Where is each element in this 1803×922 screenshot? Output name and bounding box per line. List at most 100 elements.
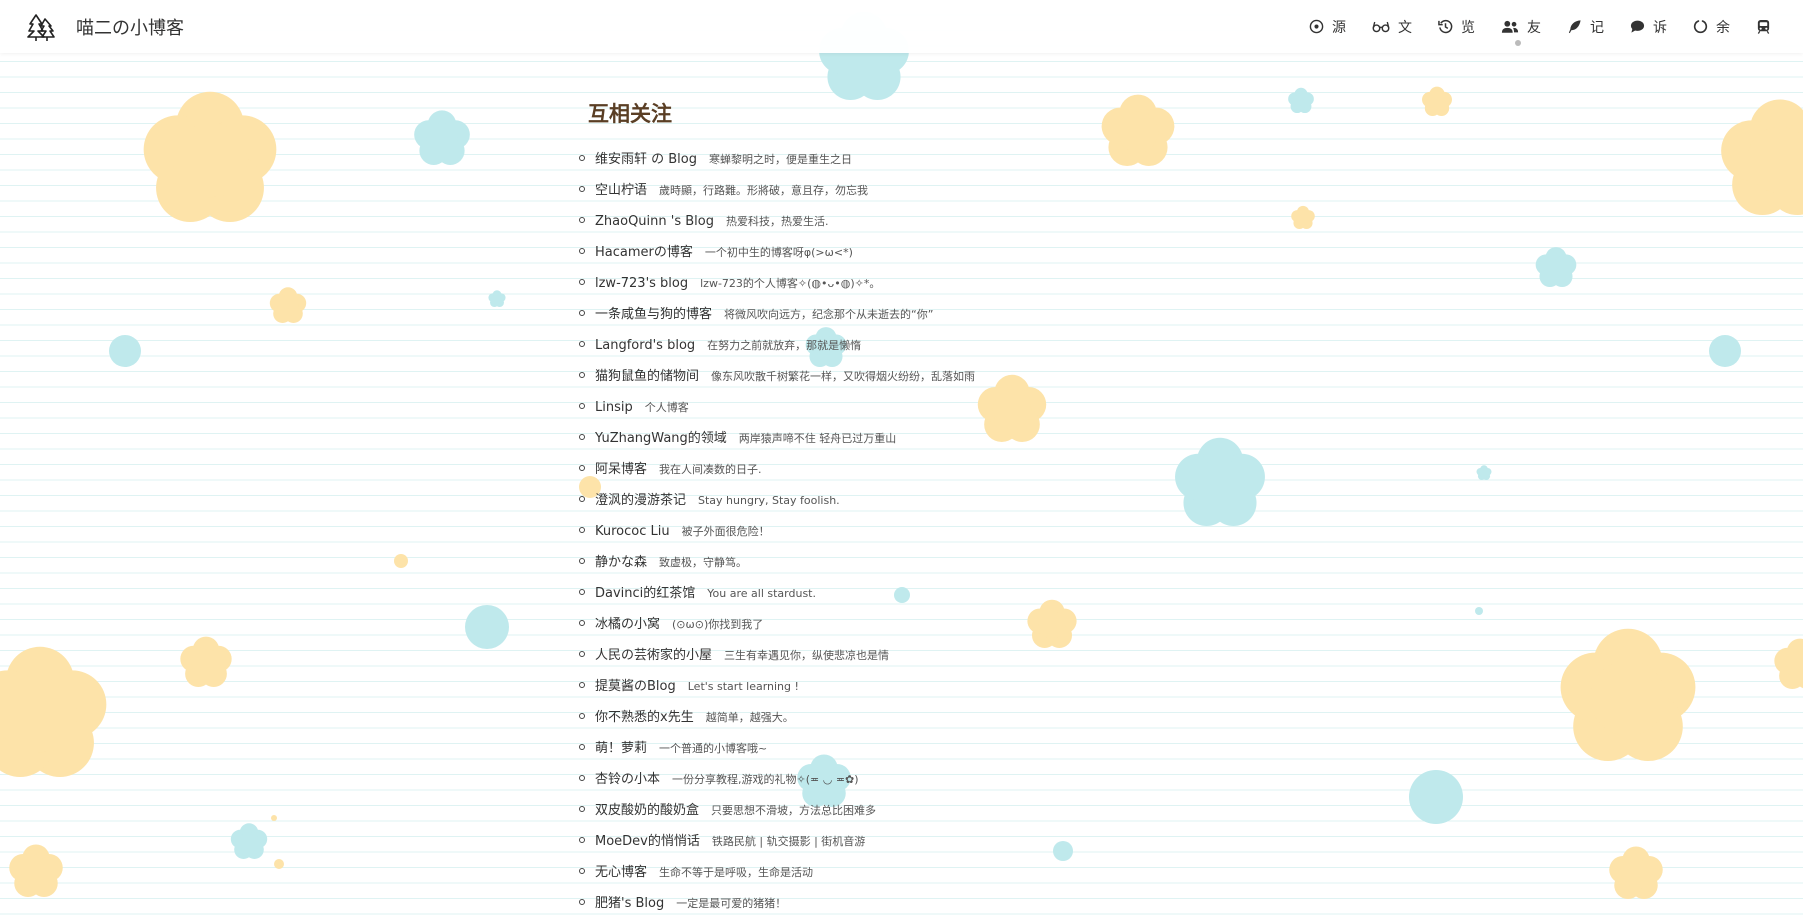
friend-link-item: MoeDev的悄悄话 铁路民航 | 轨交摄影 | 街机音游 xyxy=(579,824,1208,855)
nav-label: 览 xyxy=(1461,19,1475,36)
friend-name-link[interactable]: lzw-723's blog xyxy=(595,276,688,291)
friend-description: 一个初中生的博客呀φ(>ω<*) xyxy=(704,246,853,259)
friend-link-item: 澄沨的漫游茶记 Stay hungry, Stay foolish. xyxy=(579,483,1208,514)
nav-label: 源 xyxy=(1332,19,1346,36)
friend-name-link[interactable]: MoeDev的悄悄话 xyxy=(595,834,700,849)
friend-description: 两岸猿声啼不住 轻舟已过万重山 xyxy=(738,432,897,445)
friend-name-link[interactable]: Linsip xyxy=(595,400,633,415)
friend-link-item: 冰橘の小窝 (⊙ω⊙)你找到我了 xyxy=(579,607,1208,638)
top-navigation-bar: 喵二の小博客 源 文 览 友 记 诉 余 xyxy=(0,0,1803,53)
friend-link-item: 一条咸鱼与狗的博客 将微风吹向远方，纪念那个从未逝去的“你” xyxy=(579,297,1208,328)
friend-name-link[interactable]: 萌！萝莉 xyxy=(595,741,647,756)
friends-page: 互相关注 维安雨轩 の Blog 寒蝉黎明之时，便是重生之日空山柠语 歲時顯，行路難… xyxy=(579,98,1208,917)
friend-name-link[interactable]: Kurococ Liu xyxy=(595,524,670,539)
target-icon xyxy=(1309,19,1324,34)
friend-link-item: 静かな森 致虚极，守静笃。 xyxy=(579,545,1208,576)
friend-name-link[interactable]: 澄沨的漫游茶记 xyxy=(595,493,686,508)
friend-description: 一定是最可爱的猪猪！ xyxy=(676,897,787,910)
friend-name-link[interactable]: 冰橘の小窝 xyxy=(595,617,660,632)
friend-name-link[interactable]: 肥猪's Blog xyxy=(595,896,664,911)
friend-name-link[interactable]: 无心博客 xyxy=(595,865,647,880)
friend-link-item: Kurococ Liu 被子外面很危险！ xyxy=(579,514,1208,545)
friend-link-item: 杏铃の小本 一份分享教程,游戏的礼物✧(≖ ◡ ≖✿) xyxy=(579,762,1208,793)
nav-item-misc[interactable]: 余 xyxy=(1693,17,1730,37)
friend-description: You are all stardust. xyxy=(707,587,816,600)
circle-notch-icon xyxy=(1693,20,1708,34)
nav-label: 记 xyxy=(1590,19,1604,36)
friend-name-link[interactable]: 静かな森 xyxy=(595,555,647,570)
nav-item-source[interactable]: 源 xyxy=(1309,17,1346,37)
users-icon xyxy=(1501,20,1519,33)
friend-link-item: Hacamerの博客 一个初中生的博客呀φ(>ω<*) xyxy=(579,235,1208,266)
friend-link-item: 双皮酸奶的酸奶盒 只要思想不滑坡，方法总比困难多 xyxy=(579,793,1208,824)
glasses-icon xyxy=(1372,21,1390,33)
site-title[interactable]: 喵二の小博客 xyxy=(76,14,184,40)
nav-item-notes[interactable]: 记 xyxy=(1567,17,1604,37)
friend-link-item: 肥猪's Blog 一定是最可爱的猪猪！ xyxy=(579,886,1208,917)
friend-name-link[interactable]: 一条咸鱼与狗的博客 xyxy=(595,307,712,322)
friend-description: 寒蝉黎明之时，便是重生之日 xyxy=(709,153,853,166)
nav-label: 文 xyxy=(1398,19,1412,36)
friend-link-item: Davinci的红茶馆 You are all stardust. xyxy=(579,576,1208,607)
friend-description: Let's start learning ! xyxy=(687,680,799,693)
friend-name-link[interactable]: 人民の芸術家的小屋 xyxy=(595,648,712,663)
friend-description: 生命不等于是呼吸，生命是活动 xyxy=(659,866,814,879)
friend-name-link[interactable]: 你不熟悉的x先生 xyxy=(595,710,694,725)
friend-name-link[interactable]: 双皮酸奶的酸奶盒 xyxy=(595,803,699,818)
train-icon xyxy=(1757,19,1770,34)
friend-link-item: 萌！萝莉 一个普通的小博客哦~ xyxy=(579,731,1208,762)
friend-description: 像东风吹散千树繁花一样，又吹得烟火纷纷，乱落如雨 xyxy=(711,370,976,383)
friend-description: Stay hungry, Stay foolish. xyxy=(698,494,840,507)
main-nav: 源 文 览 友 记 诉 余 xyxy=(1309,0,1803,53)
friend-name-link[interactable]: Hacamerの博客 xyxy=(595,245,693,260)
nav-label: 诉 xyxy=(1653,19,1667,36)
friend-name-link[interactable]: 阿呆博客 xyxy=(595,462,647,477)
nav-item-browse[interactable]: 览 xyxy=(1438,17,1475,37)
friend-name-link[interactable]: Davinci的红茶馆 xyxy=(595,586,695,601)
comment-icon xyxy=(1630,20,1645,33)
friend-name-link[interactable]: 杏铃の小本 xyxy=(595,772,660,787)
nav-item-friends[interactable]: 友 xyxy=(1501,17,1541,37)
friend-description: 只要思想不滑坡，方法总比困难多 xyxy=(711,804,877,817)
friend-link-item: 提莫酱のBlog Let's start learning ! xyxy=(579,669,1208,700)
friend-description: 歲時顯，行路難。形將破，意且存，勿忘我 xyxy=(659,184,869,197)
friend-description: lzw-723的个人博客✧(◍•ᴗ•◍)✧*。 xyxy=(700,277,881,290)
friend-description: 三生有幸遇见你，纵使悲凉也是情 xyxy=(724,649,890,662)
friend-description: 被子外面很危险！ xyxy=(681,525,770,538)
friend-description: 铁路民航 | 轨交摄影 | 街机音游 xyxy=(711,835,866,848)
nav-item-articles[interactable]: 文 xyxy=(1372,17,1412,37)
friend-description: 越简单，越强大。 xyxy=(705,711,794,724)
friends-list: 维安雨轩 の Blog 寒蝉黎明之时，便是重生之日空山柠语 歲時顯，行路難。形將破，… xyxy=(579,142,1208,917)
active-nav-indicator xyxy=(1515,40,1521,46)
nav-item-train[interactable] xyxy=(1756,19,1779,34)
feather-icon xyxy=(1568,20,1581,34)
friend-link-item: 猫狗鼠鱼的储物间 像东风吹散千树繁花一样，又吹得烟火纷纷，乱落如雨 xyxy=(579,359,1208,390)
friend-link-item: YuZhangWang的领域 两岸猿声啼不住 轻舟已过万重山 xyxy=(579,421,1208,452)
friend-link-item: 人民の芸術家的小屋 三生有幸遇见你，纵使悲凉也是情 xyxy=(579,638,1208,669)
friend-name-link[interactable]: YuZhangWang的领域 xyxy=(595,431,727,446)
friend-name-link[interactable]: ZhaoQuinn 's Blog xyxy=(595,214,714,229)
friend-description: (⊙ω⊙)你找到我了 xyxy=(672,618,764,631)
history-icon xyxy=(1438,19,1453,34)
friend-description: 致虚极，守静笃。 xyxy=(659,556,748,569)
friend-link-item: 阿呆博客 我在人间凑数的日子. xyxy=(579,452,1208,483)
nav-label: 余 xyxy=(1716,19,1730,36)
friend-name-link[interactable]: 空山柠语 xyxy=(595,183,647,198)
friend-link-item: 你不熟悉的x先生 越简单，越强大。 xyxy=(579,700,1208,731)
friend-name-link[interactable]: 猫狗鼠鱼的储物间 xyxy=(595,369,699,384)
friend-description: 一个普通的小博客哦~ xyxy=(659,742,768,755)
friend-name-link[interactable]: Langford's blog xyxy=(595,338,695,353)
friend-link-item: 空山柠语 歲時顯，行路難。形將破，意且存，勿忘我 xyxy=(579,173,1208,204)
friend-link-item: 维安雨轩 の Blog 寒蝉黎明之时，便是重生之日 xyxy=(579,142,1208,173)
friend-link-item: 无心博客 生命不等于是呼吸，生命是活动 xyxy=(579,855,1208,886)
friend-description: 热爱科技，热爱生活. xyxy=(725,215,829,228)
friend-description: 个人博客 xyxy=(644,401,689,414)
friend-name-link[interactable]: 维安雨轩 の Blog xyxy=(595,152,697,167)
page-title: 互相关注 xyxy=(588,102,672,126)
friend-name-link[interactable]: 提莫酱のBlog xyxy=(595,679,676,694)
nav-item-message[interactable]: 诉 xyxy=(1630,17,1667,37)
friend-description: 在努力之前就放弃，那就是懒惰 xyxy=(707,339,862,352)
trees-logo-icon[interactable] xyxy=(26,12,56,42)
friend-link-item: lzw-723's blog lzw-723的个人博客✧(◍•ᴗ•◍)✧*。 xyxy=(579,266,1208,297)
friend-description: 将微风吹向远方，纪念那个从未逝去的“你” xyxy=(724,308,934,321)
